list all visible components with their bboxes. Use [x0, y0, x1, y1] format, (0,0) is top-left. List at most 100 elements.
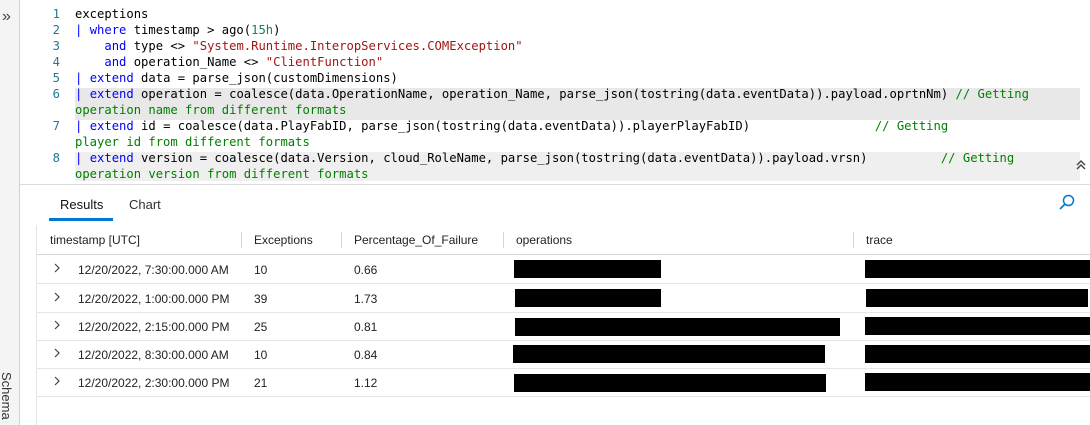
column-header-percentage-of-failure[interactable]: Percentage_Of_Failure [354, 233, 478, 247]
chevron-up-double-icon[interactable] [1075, 158, 1087, 174]
code-line[interactable]: | extend operation = coalesce(data.Opera… [75, 86, 1029, 102]
splitter-handle[interactable]: ... [576, 176, 601, 181]
chevron-right-icon[interactable] [52, 346, 62, 363]
code-line[interactable]: | extend id = coalesce(data.PlayFabID, p… [75, 118, 948, 134]
code-line[interactable]: and operation_Name <> "ClientFunction" [75, 54, 383, 70]
cell-failure: 0.84 [354, 348, 378, 362]
chevron-right-icon[interactable] [52, 318, 62, 335]
code-token: | [75, 71, 90, 85]
code-token: exceptions [75, 7, 149, 21]
code-token: extend [89, 71, 134, 85]
line-number: 2 [52, 23, 60, 37]
code-token: // Getting [874, 119, 949, 133]
code-line[interactable]: | where timestamp > ago(15h) [75, 22, 280, 38]
code-token: | [75, 87, 90, 101]
code-token: extend [89, 151, 134, 165]
redacted-trace [865, 260, 1090, 278]
code-token: id = coalesce(data.PlayFabID, parse_json… [133, 119, 875, 133]
tab-chart[interactable]: Chart [129, 197, 161, 212]
cell-failure: 0.66 [354, 263, 378, 277]
code-token: operation = coalesce(data.OperationName,… [133, 87, 956, 101]
cell-timestamp: 12/20/2022, 8:30:00.000 AM [78, 348, 229, 362]
code-token: where [89, 23, 127, 37]
code-token: type <> [126, 39, 193, 53]
line-number: 5 [52, 71, 60, 85]
column-header-operations[interactable]: operations [516, 233, 572, 247]
expand-panel-icon[interactable]: » [2, 9, 11, 25]
code-token: 15h [251, 23, 274, 37]
code-token: data = parse_json(customDimensions) [133, 71, 398, 85]
code-line[interactable]: operation name from different formats [75, 102, 347, 118]
line-number: 1 [52, 7, 60, 21]
redacted-trace [865, 345, 1090, 363]
cell-timestamp: 12/20/2022, 2:15:00.000 PM [78, 320, 230, 334]
code-line[interactable]: operation version from different formats [75, 166, 369, 181]
code-line[interactable]: | extend version = coalesce(data.Version… [75, 150, 1014, 166]
code-token: // Getting [940, 151, 1015, 165]
code-token: ) [273, 23, 281, 37]
line-number: 4 [52, 55, 60, 69]
cell-failure: 1.12 [354, 376, 378, 390]
redacted-trace [865, 373, 1090, 391]
schema-tab[interactable]: Schema [0, 372, 14, 420]
chevron-right-icon[interactable] [52, 261, 62, 278]
code-token: timestamp > ago( [126, 23, 252, 37]
code-token: operation version from different formats [75, 167, 369, 181]
chevron-right-icon[interactable] [52, 374, 62, 391]
cell-failure: 1.73 [354, 292, 378, 306]
table-row[interactable]: 12/20/2022, 7:30:00.000 AM 10 0.66 [37, 255, 1090, 284]
left-rail: » Schema [0, 0, 20, 425]
cell-failure: 0.81 [354, 320, 378, 334]
line-number: 7 [52, 119, 60, 133]
code-token: "ClientFunction" [265, 55, 384, 69]
code-token: and [104, 39, 127, 53]
cell-exceptions: 25 [254, 320, 268, 334]
table-header: timestamp [UTC] Exceptions Percentage_Of… [37, 225, 1090, 255]
table-row[interactable]: 12/20/2022, 2:15:00.000 PM 25 0.81 [37, 312, 1090, 341]
tab-results[interactable]: Results [60, 197, 103, 212]
redacted-trace [866, 289, 1088, 307]
redacted-operations [514, 260, 661, 278]
cell-exceptions: 10 [254, 263, 268, 277]
redacted-operations [515, 289, 661, 307]
column-divider[interactable] [503, 232, 504, 248]
column-divider[interactable] [241, 232, 242, 248]
code-token: extend [89, 119, 134, 133]
table-row[interactable]: 12/20/2022, 1:00:00.000 PM 39 1.73 [37, 284, 1090, 313]
cell-timestamp: 12/20/2022, 2:30:00.000 PM [78, 376, 230, 390]
code-token: operation name from different formats [75, 103, 347, 117]
cell-exceptions: 10 [254, 348, 268, 362]
query-editor[interactable]: 1 exceptions 2 | where timestamp > ago(15h)… [20, 0, 1090, 181]
code-token: "System.Runtime.InteropServices.COMExcep… [192, 39, 523, 53]
column-divider[interactable] [341, 232, 342, 248]
column-divider[interactable] [853, 232, 854, 248]
line-number: 3 [52, 39, 60, 53]
redacted-operations [514, 374, 826, 392]
search-icon[interactable] [1057, 193, 1077, 213]
cell-exceptions: 39 [254, 292, 268, 306]
code-line[interactable]: | extend data = parse_json(customDimensi… [75, 70, 398, 86]
line-number: 8 [52, 151, 60, 165]
redacted-trace [865, 317, 1090, 335]
column-header-trace[interactable]: trace [866, 233, 893, 247]
cell-timestamp: 12/20/2022, 1:00:00.000 PM [78, 292, 230, 306]
table-row[interactable]: 12/20/2022, 8:30:00.000 AM 10 0.84 [37, 340, 1090, 369]
code-token: | [75, 119, 90, 133]
line-number: 6 [52, 87, 60, 101]
code-token: operation_Name <> [126, 55, 266, 69]
code-token: version = coalesce(data.Version, cloud_R… [133, 151, 941, 165]
results-table: timestamp [UTC] Exceptions Percentage_Of… [36, 225, 1090, 425]
chevron-right-icon[interactable] [52, 290, 62, 307]
code-token: player id from different formats [75, 135, 310, 149]
code-token: | [75, 23, 90, 37]
code-line[interactable]: exceptions [75, 6, 148, 22]
code-line[interactable]: player id from different formats [75, 134, 310, 150]
column-header-timestamp[interactable]: timestamp [UTC] [50, 233, 140, 247]
code-token: and [104, 55, 127, 69]
table-row[interactable]: 12/20/2022, 2:30:00.000 PM 21 1.12 [37, 368, 1090, 397]
code-line[interactable]: and type <> "System.Runtime.InteropServi… [75, 38, 523, 54]
column-header-exceptions[interactable]: Exceptions [254, 233, 313, 247]
cell-timestamp: 12/20/2022, 7:30:00.000 AM [78, 263, 229, 277]
